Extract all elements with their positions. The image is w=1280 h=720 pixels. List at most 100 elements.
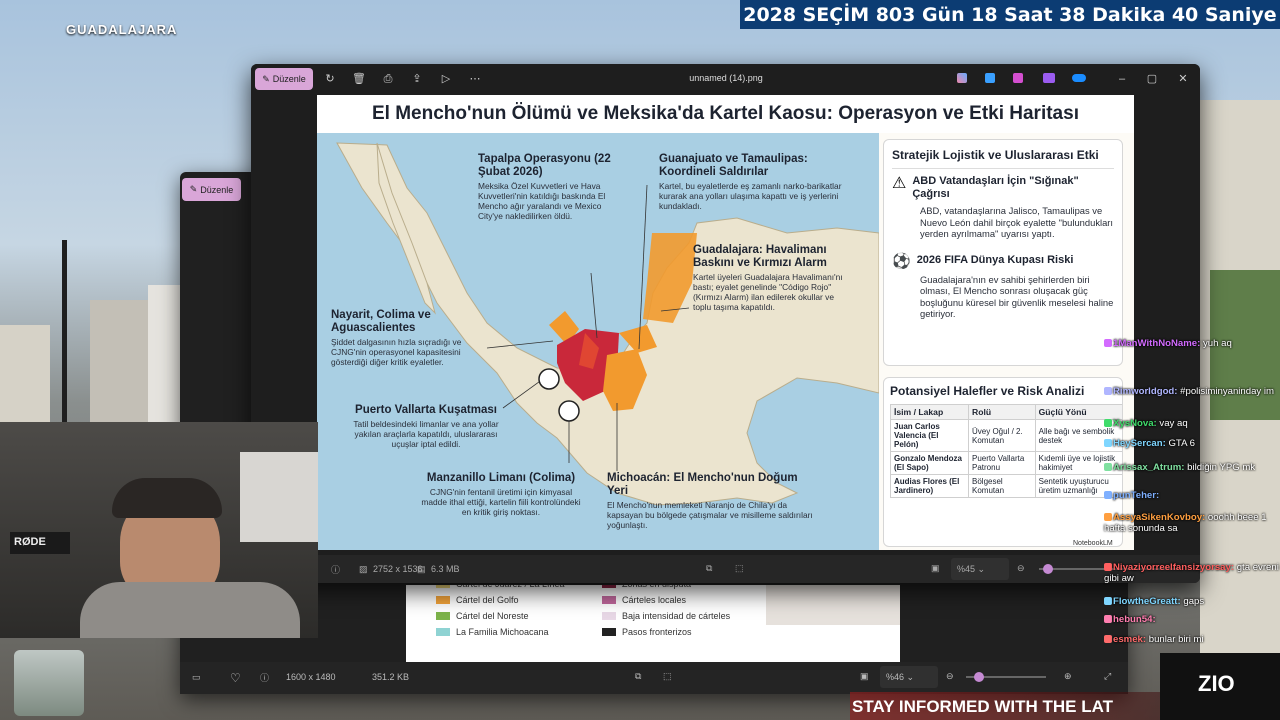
chat-message: 1ManWithNoName: yuh aq xyxy=(1104,338,1280,349)
chat-username[interactable]: Rimworldgod: xyxy=(1113,386,1177,397)
zoom-thumb[interactable] xyxy=(974,672,984,682)
countdown-seconds: 40 Saniye xyxy=(1171,3,1277,26)
back-zoom-select[interactable]: %46 ⌄ xyxy=(880,666,938,688)
chat-username[interactable]: AssyaSikenKovboy: xyxy=(1113,512,1205,523)
zoom-thumb[interactable] xyxy=(1043,564,1053,574)
chat-username[interactable]: XysNova: xyxy=(1113,418,1157,429)
countdown-hours: 18 Saat xyxy=(971,3,1053,26)
zoom-slider[interactable] xyxy=(966,672,1046,682)
chat-text: GTA 6 xyxy=(1168,438,1195,449)
fit-icon[interactable]: ▣ xyxy=(860,671,869,682)
table-cell: Üvey Oğul / 2. Komutan xyxy=(968,419,1036,452)
zoom-out-icon[interactable]: ⊖ xyxy=(1017,563,1025,574)
copilot-icon[interactable] xyxy=(957,73,967,83)
chat-username[interactable]: 1ManWithNoName: xyxy=(1113,338,1200,349)
table-cell: Bölgesel Komutan xyxy=(968,474,1036,498)
logistics-item1-body: ABD, vatandaşlarına Jalisco, Tamaulipas … xyxy=(920,205,1114,239)
legend-item: Zonas en disputa xyxy=(602,585,691,589)
print-icon[interactable]: ⎙ xyxy=(381,73,395,85)
chat-text: bildiğin YPG mk xyxy=(1187,462,1256,473)
annotation-nayarit: Nayarit, Colima ve Aguascalientes Şiddet … xyxy=(331,309,491,367)
favorite-icon[interactable]: ♡ xyxy=(230,671,241,685)
fullscreen-icon[interactable]: ⤢ xyxy=(1104,671,1111,682)
onedrive-icon[interactable] xyxy=(1072,74,1086,82)
edit-button[interactable]: ✎ Düzenle xyxy=(255,68,313,90)
infographic-title: El Mencho'nun Ölümü ve Meksika'da Kartel… xyxy=(317,95,1134,133)
table-row: Audias Flores (El Jardinero) Bölgesel Kom… xyxy=(890,474,1122,498)
legend-swatch xyxy=(436,628,450,636)
building xyxy=(148,285,182,425)
legend-label: Cártel de Juárez / La Línea xyxy=(456,585,565,589)
close-icon[interactable]: ✕ xyxy=(1176,73,1190,85)
chat-username[interactable]: Arissax_Atrum: xyxy=(1113,462,1184,473)
chat-username[interactable]: HeySercan: xyxy=(1113,438,1166,449)
share-icon[interactable]: ⇪ xyxy=(410,73,424,85)
designer-icon[interactable] xyxy=(985,73,995,83)
maximize-icon[interactable]: ▢ xyxy=(1145,73,1159,85)
chat-username[interactable]: Niyaziyorreelfansizyorsay: xyxy=(1113,562,1234,573)
filesize-icon: ▤ xyxy=(417,564,426,574)
minimize-icon[interactable]: – xyxy=(1115,73,1129,85)
countdown-label: SEÇİM xyxy=(802,3,870,26)
select-icon[interactable]: ⬚ xyxy=(663,671,672,682)
front-dimensions: 2752 x 1536 xyxy=(373,564,423,574)
chat-text: #polisiminyaninday im xyxy=(1180,386,1275,397)
chat-message: AssyaSikenKovboy: ooohh beee 1 hafta son… xyxy=(1104,512,1280,534)
table-row: Gonzalo Mendoza (El Sapo) Puerto Vallarta… xyxy=(890,451,1122,475)
more-icon[interactable]: ⋯ xyxy=(468,73,482,85)
annotation-guanajuato: Guanajuato ve Tamaulipas: Koordineli Sal… xyxy=(659,153,845,211)
annotation-body: Kartel, bu eyaletlerde eş zamanlı narko-… xyxy=(659,181,842,211)
infographic-image: El Mencho'nun Ölümü ve Meksika'da Kartel… xyxy=(317,95,1134,550)
chat-username[interactable]: hebun54: xyxy=(1113,614,1156,625)
badge-icon xyxy=(1104,419,1112,428)
column-header: İsim / Lakap xyxy=(890,404,969,420)
badge-icon xyxy=(1104,463,1112,472)
warning-icon: ⚠ xyxy=(892,175,907,192)
candy-jar xyxy=(14,650,84,716)
badge-icon xyxy=(1104,513,1112,522)
crop-icon[interactable]: ⧉ xyxy=(706,563,712,574)
fit-icon[interactable]: ▣ xyxy=(931,563,940,574)
successors-panel: Potansiyel Halefler ve Risk Analizi İsim… xyxy=(883,377,1123,547)
annotation-title: Manzanillo Limanı (Colima) xyxy=(426,472,576,484)
edit-label: Düzenle xyxy=(272,74,306,84)
info-icon[interactable]: ⓘ xyxy=(260,671,269,684)
info-icon[interactable]: ⓘ xyxy=(331,563,340,576)
chat-username[interactable]: FlowtheGreatt: xyxy=(1113,596,1181,607)
crop-icon[interactable]: ⧉ xyxy=(635,671,641,682)
table-cell: Audias Flores (El Jardinero) xyxy=(890,474,969,498)
soccer-ball-icon: ⚽ xyxy=(892,252,911,270)
annotation-body: Meksika Özel Kuvvetleri ve Hava Kuvvetle… xyxy=(478,181,606,221)
legend-swatch xyxy=(436,612,450,620)
select-icon[interactable]: ⬚ xyxy=(735,563,744,574)
table-cell: Juan Carlos Valencia (El Pelón) xyxy=(890,419,969,452)
logistics-heading: Stratejik Lojistik ve Uluslararası Etki xyxy=(892,148,1099,162)
zoom-out-icon[interactable]: ⊖ xyxy=(946,671,954,682)
legend-item: Pasos fronterizos xyxy=(602,627,692,637)
annotation-title: Puerto Vallarta Kuşatması xyxy=(355,404,497,416)
legend-label: Zonas en disputa xyxy=(622,585,691,589)
logistics-item2-title: 2026 FIFA Dünya Kupası Riski xyxy=(916,253,1074,266)
photos-icon[interactable] xyxy=(1043,73,1055,83)
delete-icon[interactable]: 🗑 xyxy=(352,73,366,85)
badge-icon xyxy=(1104,387,1112,396)
zoom-in-icon[interactable]: ⊕ xyxy=(1064,671,1072,682)
front-zoom-select[interactable]: %45 ⌄ xyxy=(951,558,1009,580)
annotation-title: Tapalpa Operasyonu (22 Şubat 2026) xyxy=(478,153,611,178)
streamer-shirt xyxy=(80,582,300,638)
rotate-icon[interactable]: ↻ xyxy=(323,73,337,85)
chat-username[interactable]: esmek: xyxy=(1113,634,1146,645)
chat-message: XysNova: vay aq xyxy=(1104,418,1280,429)
legend-item: Cártel del Golfo xyxy=(436,595,519,605)
clipchamp-icon[interactable] xyxy=(1013,73,1023,83)
annotation-manzanillo: Manzanillo Limanı (Colima) CJNG'nin fenta… xyxy=(421,472,581,517)
ticker-text: STAY INFORMED WITH THE LAT xyxy=(852,697,1113,716)
badge-icon xyxy=(1104,439,1112,448)
wall-poster xyxy=(240,452,318,542)
chat-message: hebun54: xyxy=(1104,614,1280,625)
filmstrip-icon[interactable]: ▭ xyxy=(192,672,201,683)
back-edit-button[interactable]: ✎ Düzenle xyxy=(182,178,241,201)
chat-message: Rimworldgod: #polisiminyaninday im xyxy=(1104,386,1280,397)
slideshow-icon[interactable]: ▷ xyxy=(439,73,453,85)
chat-username[interactable]: punTeher: xyxy=(1113,490,1159,501)
